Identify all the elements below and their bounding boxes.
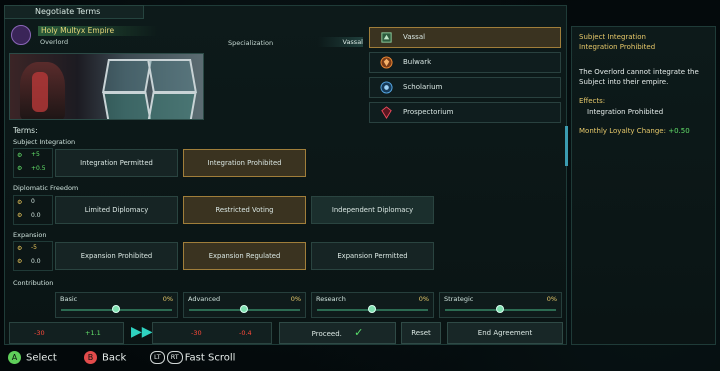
option-expansion-prohibited[interactable]: Expansion Prohibited [55,242,178,270]
acceptance-value: +5 [31,151,40,158]
slider-handle[interactable] [240,305,248,313]
subject-integration-heading: Subject Integration [13,138,76,146]
slider-handle[interactable] [368,305,376,313]
subject-type-label: Vassal [403,33,426,41]
monthly-loyalty: Monthly Loyalty Change: +0.50 [579,127,690,135]
subject-type-scholarium-button[interactable]: Scholarium [369,77,561,98]
empire-role: Overlord [40,38,69,46]
subject-type-label: Scholarium [403,83,443,91]
terms-scrollbar[interactable] [565,126,568,166]
contribution-percent: 0% [290,295,301,303]
subject-type-bulwark-button[interactable]: Bulwark [369,52,561,73]
contribution-label: Basic [60,295,78,303]
side-description: The Overlord cannot integrate the Subjec… [579,68,699,86]
reset-button[interactable]: Reset [401,322,441,344]
subject-type-vassal-button[interactable]: Vassal [369,27,561,48]
option-restricted-voting[interactable]: Restricted Voting [183,196,306,224]
hint-back-label: Back [102,352,127,364]
acceptance-icon: ⚙ [17,245,23,252]
hint-fast-scroll: LT RT Fast Scroll [150,351,235,366]
acceptance-value: -5 [31,244,37,251]
proceed-button[interactable]: Proceed. ✓ [279,322,396,344]
hint-select-label: Select [26,352,57,364]
hint-fast-scroll-label: Fast Scroll [184,352,236,364]
current-loyalty-value: +1.1 [85,329,101,337]
diplomatic-freedom-heading: Diplomatic Freedom [13,184,79,192]
current-acceptance-value: -30 [34,329,45,337]
a-button-icon: A [8,351,21,364]
option-expansion-permitted[interactable]: Expansion Permitted [311,242,434,270]
proceed-label: Proceed. [311,330,342,338]
bulwark-icon [380,56,393,69]
contribution-strategic-slider[interactable]: Strategic 0% [439,292,562,318]
empire-portrait-image [9,53,204,120]
loyalty-icon: ⚙ [17,165,23,172]
contribution-percent: 0% [162,295,173,303]
slider-handle[interactable] [496,305,504,313]
side-title-line1: Subject Integration [579,33,646,41]
subject-integration-stats: ⚙ +5 ⚙ +0.5 [13,148,53,178]
diplomatic-freedom-stats: ⚙ 0 ⚙ 0.0 [13,195,53,225]
b-button-icon: B [84,351,97,364]
effect-item: Integration Prohibited [587,108,664,116]
contribution-percent: 0% [546,295,557,303]
loyalty-icon: ⚙ [17,258,23,265]
end-agreement-button[interactable]: End Agreement [447,322,563,344]
option-limited-diplomacy[interactable]: Limited Diplomacy [55,196,178,224]
checkmark-icon: ✓ [354,326,364,339]
hint-back: B Back [84,351,126,366]
contribution-basic-slider[interactable]: Basic 0% [55,292,178,318]
option-independent-diplomacy[interactable]: Independent Diplomacy [311,196,434,224]
contribution-advanced-slider[interactable]: Advanced 0% [183,292,306,318]
loyalty-value: 0.0 [31,258,41,265]
empire-name: Holy Multyx Empire [38,26,158,36]
side-panel-title: Subject Integration Integration Prohibit… [579,32,655,52]
option-expansion-regulated[interactable]: Expansion Regulated [183,242,306,270]
specialization-label: Specialization [228,39,274,47]
subject-type-prospectorium-button[interactable]: Prospectorium [369,102,561,123]
current-totals: -30 +1.1 [9,322,124,344]
new-loyalty-value: -0.4 [239,329,252,337]
contribution-heading: Contribution [13,279,54,287]
scholarium-icon [380,81,393,94]
subject-type-label: Bulwark [403,58,432,66]
subject-type-label: Prospectorium [403,108,454,116]
option-integration-permitted[interactable]: Integration Permitted [55,149,178,177]
loyalty-value: +0.5 [31,165,46,172]
contribution-research-slider[interactable]: Research 0% [311,292,434,318]
tooltip-side-panel: Subject Integration Integration Prohibit… [571,26,716,345]
terms-heading: Terms: [13,126,38,135]
effects-label: Effects: [579,97,606,105]
prospectorium-icon [381,106,392,119]
empire-emblem-icon [11,25,31,45]
option-integration-prohibited[interactable]: Integration Prohibited [183,149,306,177]
contribution-label: Research [316,295,346,303]
vassal-icon [381,32,392,43]
window-title-text: Negotiate Terms [35,7,101,16]
acceptance-icon: ⚙ [17,199,23,206]
acceptance-icon: ⚙ [17,152,23,159]
double-arrow-icon: ▶▶ [131,324,153,340]
loyalty-value: +0.50 [668,127,690,135]
new-acceptance-value: -30 [191,329,202,337]
loyalty-icon: ⚙ [17,212,23,219]
loyalty-label: Monthly Loyalty Change: [579,127,666,135]
contribution-label: Strategic [444,295,474,303]
acceptance-value: 0 [31,198,35,205]
expansion-heading: Expansion [13,231,47,239]
specialization-value: Vassal [318,37,363,47]
side-title-line2: Integration Prohibited [579,43,656,51]
hint-select: A Select [8,351,57,366]
slider-handle[interactable] [112,305,120,313]
rt-button-icon: RT [166,351,183,364]
window-title: Negotiate Terms [4,5,144,19]
contribution-label: Advanced [188,295,221,303]
new-totals: -30 -0.4 [152,322,272,344]
expansion-stats: ⚙ -5 ⚙ 0.0 [13,241,53,271]
loyalty-value: 0.0 [31,212,41,219]
lt-button-icon: LT [150,351,165,364]
contribution-percent: 0% [418,295,429,303]
